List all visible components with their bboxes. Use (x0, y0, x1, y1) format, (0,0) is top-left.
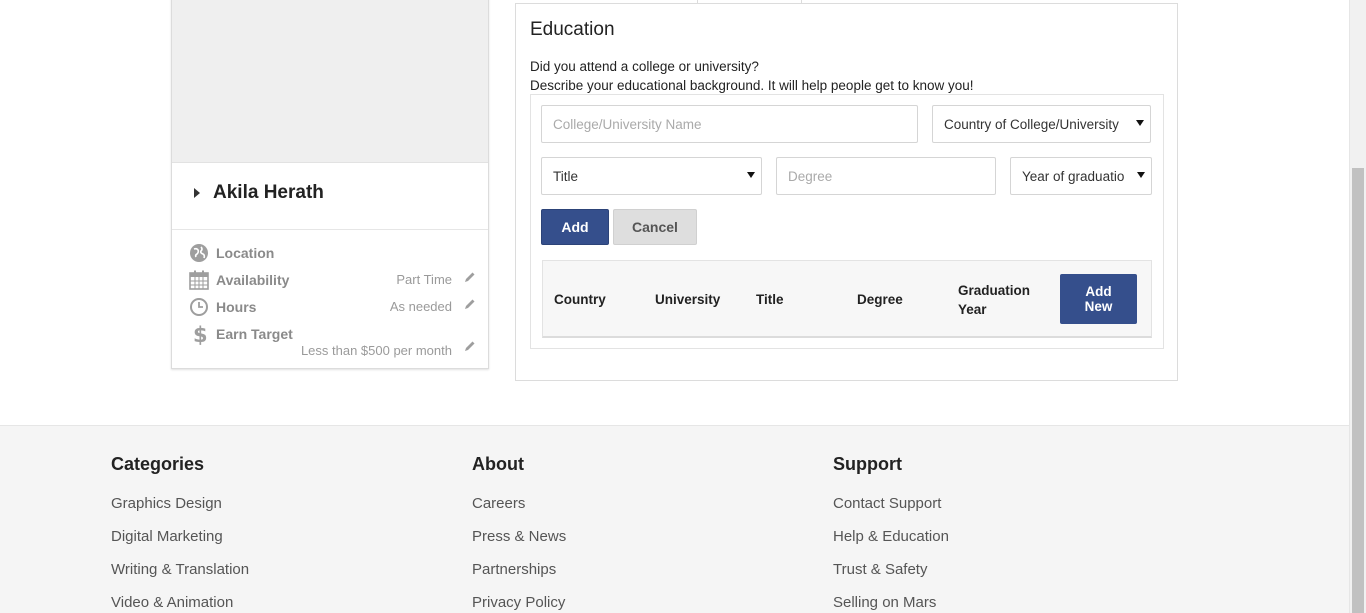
hours-label: Hours (216, 299, 257, 315)
education-table: Country University Title Degree Graduati… (542, 260, 1152, 338)
page: Akila Herath Location Availability Part … (0, 0, 1366, 613)
clock-icon (190, 298, 208, 316)
education-card: Education Did you attend a college or un… (515, 3, 1178, 381)
earn-target-value: Less than $500 per month (300, 343, 452, 358)
column-header-degree: Degree (857, 292, 903, 307)
footer-link-video-animation[interactable]: Video & Animation (111, 594, 249, 613)
footer-link-partnerships[interactable]: Partnerships (472, 561, 566, 594)
title-select[interactable]: Title (541, 157, 762, 195)
chevron-down-icon (1137, 172, 1145, 178)
footer-link-graphics-design[interactable]: Graphics Design (111, 495, 249, 528)
dollar-icon: $ (193, 323, 208, 345)
divider (172, 229, 488, 230)
chevron-down-icon (1136, 120, 1144, 126)
education-title: Education (530, 19, 615, 40)
scrollbar-thumb[interactable] (1352, 168, 1364, 613)
calendar-icon (189, 270, 209, 290)
footer-link-careers[interactable]: Careers (472, 495, 566, 528)
hours-value: As needed (389, 299, 452, 314)
caret-right-icon (194, 188, 200, 198)
graduation-year-select-value: Year of graduatio (1022, 168, 1125, 184)
footer-link-press-news[interactable]: Press & News (472, 528, 566, 561)
footer-heading-about: About (472, 454, 524, 474)
globe-icon (190, 244, 208, 262)
vertical-scrollbar[interactable] (1349, 0, 1366, 613)
graduation-year-select[interactable]: Year of graduatio (1010, 157, 1152, 195)
profile-photo (172, 0, 488, 163)
footer-link-privacy-policy[interactable]: Privacy Policy (472, 594, 566, 613)
column-header-country: Country (554, 292, 606, 307)
footer-link-contact-support[interactable]: Contact Support (833, 495, 949, 528)
cancel-button[interactable]: Cancel (613, 209, 697, 245)
location-label: Location (216, 245, 275, 261)
profile-name-toggle[interactable]: Akila Herath (172, 175, 488, 211)
availability-label: Availability (216, 272, 290, 288)
footer-heading-support: Support (833, 454, 902, 474)
add-new-label: Add New (1084, 284, 1113, 314)
earn-target-label: Earn Target (216, 326, 293, 342)
footer-categories: Categories Graphics Design Digital Marke… (111, 454, 249, 613)
footer-link-digital-marketing[interactable]: Digital Marketing (111, 528, 249, 561)
college-name-input[interactable]: College/University Name (541, 105, 918, 143)
degree-placeholder: Degree (788, 168, 833, 184)
edit-earn-target-icon[interactable] (464, 340, 476, 352)
degree-input[interactable]: Degree (776, 157, 996, 195)
footer-link-selling-on-mars[interactable]: Selling on Mars (833, 594, 949, 613)
education-description: Did you attend a college or university? … (530, 57, 974, 95)
location-row: Location (188, 242, 478, 266)
column-header-graduation-year: Graduation Year (958, 283, 1031, 317)
availability-value: Part Time (396, 272, 452, 287)
education-help-text: Describe your educational background. It… (530, 78, 974, 93)
column-header-university: University (655, 292, 721, 307)
footer-link-help-education[interactable]: Help & Education (833, 528, 949, 561)
svg-text:$: $ (193, 323, 208, 345)
education-form: College/University Name Country of Colle… (530, 94, 1164, 349)
education-question: Did you attend a college or university? (530, 59, 759, 74)
edit-availability-icon[interactable] (464, 271, 476, 283)
title-select-value: Title (553, 168, 579, 184)
footer-about: About Careers Press & News Partnerships … (472, 454, 566, 613)
college-name-placeholder: College/University Name (553, 116, 702, 132)
availability-row: Availability Part Time (188, 269, 478, 293)
profile-name: Akila Herath (213, 182, 324, 203)
add-new-button[interactable]: Add New (1060, 274, 1137, 324)
footer-heading-categories: Categories (111, 454, 205, 474)
country-select[interactable]: Country of College/University (932, 105, 1151, 143)
earn-target-row: $ Earn Target Less than $500 per month (188, 323, 478, 363)
chevron-down-icon (747, 172, 755, 178)
hours-row: Hours As needed (188, 296, 478, 320)
footer-link-writing-translation[interactable]: Writing & Translation (111, 561, 249, 594)
country-select-value: Country of College/University (944, 116, 1119, 132)
add-button[interactable]: Add (541, 209, 609, 245)
column-header-title: Title (756, 292, 784, 307)
footer: Categories Graphics Design Digital Marke… (0, 425, 1349, 613)
footer-link-trust-safety[interactable]: Trust & Safety (833, 561, 949, 594)
footer-support: Support Contact Support Help & Education… (833, 454, 949, 613)
edit-hours-icon[interactable] (464, 298, 476, 310)
profile-card: Akila Herath Location Availability Part … (171, 0, 489, 369)
